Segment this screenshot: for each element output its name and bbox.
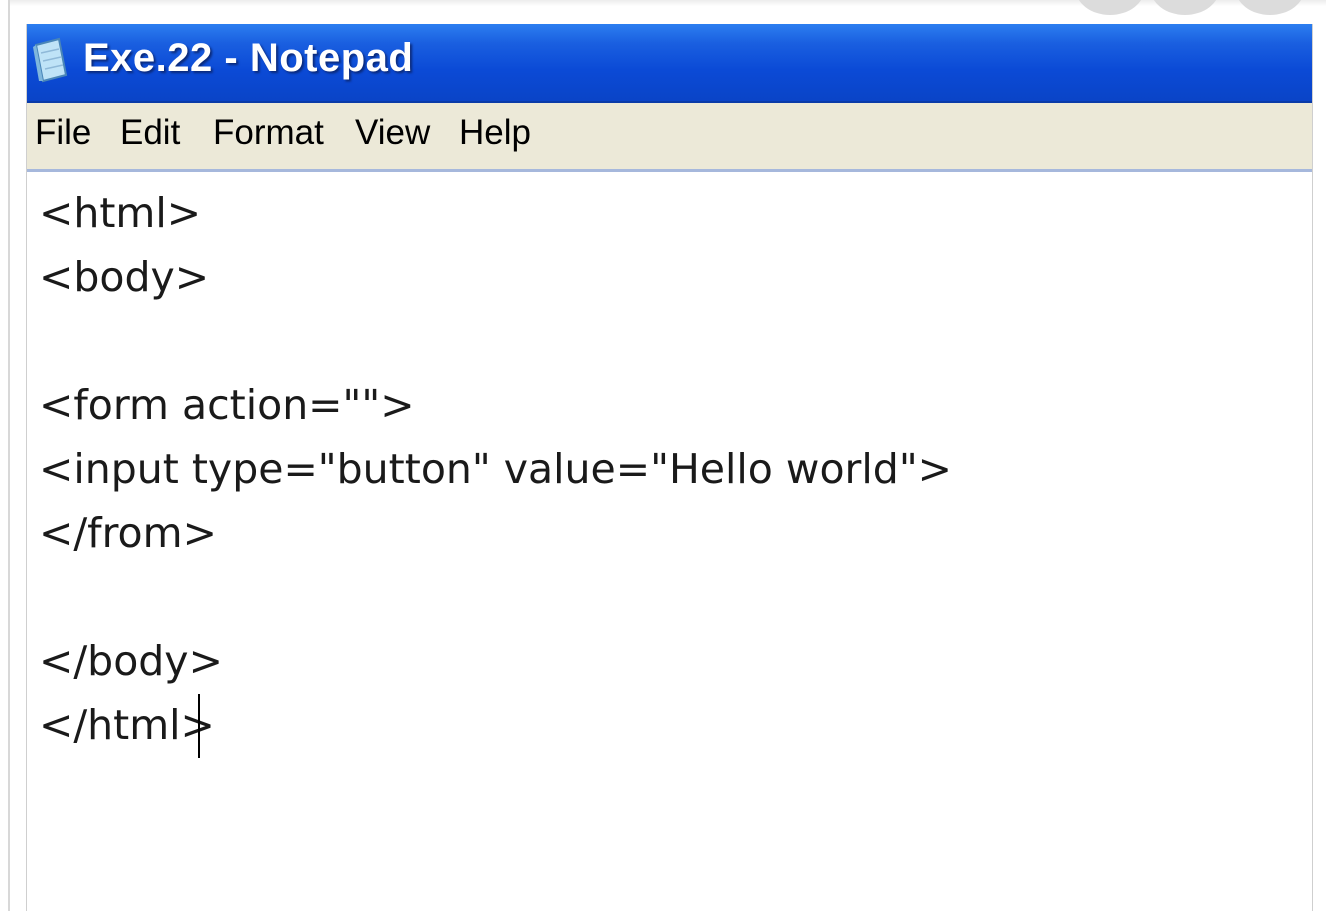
code-line-html-close: </html> — [39, 701, 215, 749]
code-line-body-close: </body> — [39, 637, 223, 685]
notepad-window: Exe.22 - Notepad File Edit Format View H… — [26, 24, 1313, 911]
decorative-shape — [1075, 0, 1145, 15]
menu-file[interactable]: File — [35, 113, 91, 153]
menu-edit[interactable]: Edit — [120, 113, 180, 153]
code-line-body-open: <body> — [39, 253, 210, 301]
title-bar[interactable]: Exe.22 - Notepad — [27, 24, 1312, 103]
decorative-shape — [1150, 0, 1220, 15]
menu-bar: File Edit Format View Help — [27, 103, 1312, 172]
text-editor[interactable]: <html> <body> <form action=""> <input ty… — [27, 172, 1312, 911]
code-line-form-open: <form action=""> — [39, 381, 415, 429]
menu-view[interactable]: View — [355, 113, 430, 153]
outer-frame-left — [8, 0, 10, 911]
text-caret — [198, 694, 200, 758]
code-line-form-close: </from> — [39, 509, 217, 557]
code-line-input: <input type="button" value="Hello world"… — [39, 445, 953, 493]
notepad-icon[interactable] — [33, 37, 69, 83]
code-line-html-open: <html> — [39, 189, 202, 237]
decorative-shape — [1235, 0, 1305, 15]
menu-help[interactable]: Help — [459, 113, 531, 153]
menu-format[interactable]: Format — [213, 113, 324, 153]
window-title: Exe.22 - Notepad — [83, 36, 414, 80]
